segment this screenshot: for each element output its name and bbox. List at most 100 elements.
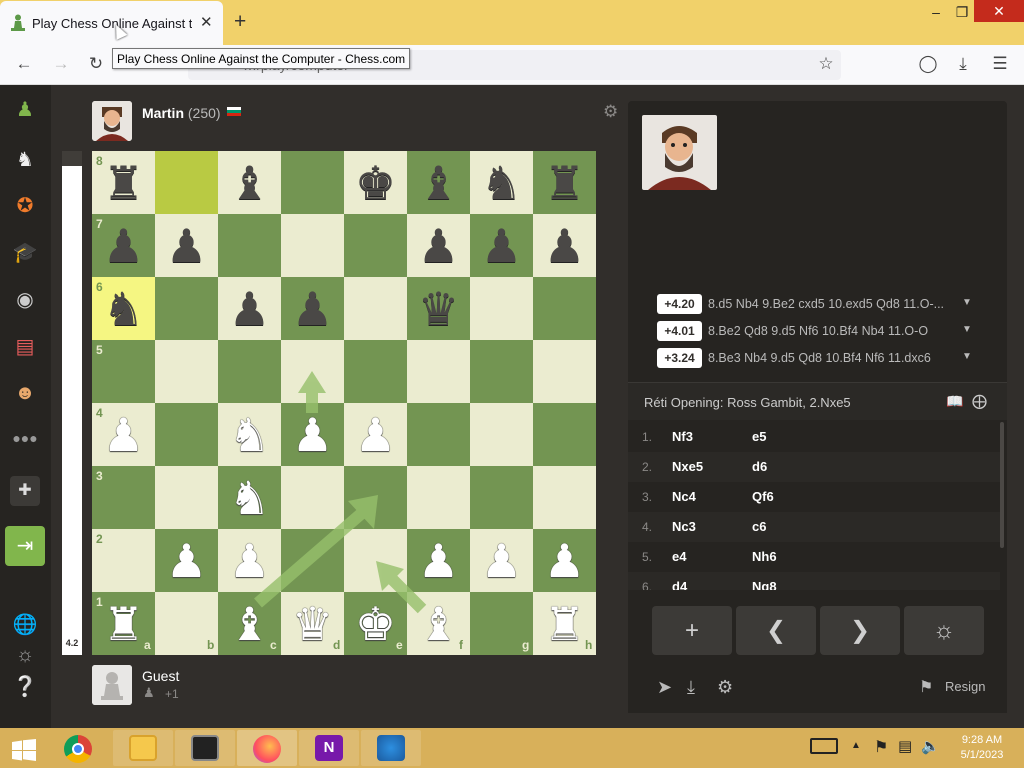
hint-lightbulb-button[interactable]: ☼	[904, 606, 984, 655]
square-g6[interactable]	[470, 277, 533, 340]
board-settings-gear-icon[interactable]: ⚙	[603, 102, 618, 122]
help-icon[interactable]: ❔	[10, 672, 40, 702]
square-e3[interactable]	[344, 466, 407, 529]
news-icon[interactable]: ▤	[10, 332, 40, 362]
black-pawn-f7[interactable]: ♟	[407, 214, 470, 277]
square-e2[interactable]	[344, 529, 407, 592]
learn-icon[interactable]: 🎓	[10, 238, 40, 268]
download-icon[interactable]: ⤓	[687, 677, 695, 698]
sign-in-icon[interactable]: ⇥	[5, 526, 45, 566]
resign-flag-icon[interactable]: ⚑	[919, 677, 933, 697]
network-icon[interactable]: ▤	[898, 737, 912, 755]
resign-button[interactable]: Resign	[945, 679, 985, 694]
firefox-taskbar-item[interactable]	[237, 730, 297, 766]
white-pawn-h2[interactable]: ♟	[533, 529, 596, 592]
add-friend-icon[interactable]: ✚	[10, 476, 40, 506]
previous-move-button[interactable]: ❮	[736, 606, 816, 655]
black-king-e8[interactable]: ♚	[344, 151, 407, 214]
opponent-name[interactable]: Martin (250)	[142, 105, 221, 121]
menu-icon[interactable]: ☰	[989, 54, 1011, 74]
white-knight-c3[interactable]: ♞	[218, 466, 281, 529]
square-b8[interactable]	[155, 151, 218, 214]
white-pawn-e4[interactable]: ♟	[344, 403, 407, 466]
opening-book-icon[interactable]: 📖	[946, 393, 963, 410]
game-settings-gear-icon[interactable]: ⚙	[717, 677, 733, 698]
white-move[interactable]: e4	[672, 549, 686, 564]
volume-muted-icon[interactable]: 🔈	[921, 737, 940, 755]
black-move[interactable]: Ng8	[752, 579, 777, 590]
minimize-icon[interactable]: –	[924, 4, 948, 20]
new-tab-icon[interactable]: +	[234, 10, 246, 34]
white-pawn-g2[interactable]: ♟	[470, 529, 533, 592]
keyboard-icon[interactable]	[810, 738, 838, 754]
social-icon[interactable]: ☻	[10, 378, 40, 408]
black-move[interactable]: e5	[752, 429, 766, 444]
square-e6[interactable]	[344, 277, 407, 340]
square-f3[interactable]	[407, 466, 470, 529]
onenote-taskbar-item[interactable]: N	[299, 730, 359, 766]
forward-icon[interactable]: →	[50, 54, 72, 74]
white-knight-c4[interactable]: ♞	[218, 403, 281, 466]
white-move[interactable]: Nf3	[672, 429, 693, 444]
white-move[interactable]: Nc4	[672, 489, 696, 504]
player-name[interactable]: Guest	[142, 668, 179, 684]
square-h6[interactable]	[533, 277, 596, 340]
action-center-flag-icon[interactable]: ⚑	[874, 737, 888, 757]
chrome-taskbar-item[interactable]	[48, 730, 108, 766]
white-pawn-c2[interactable]: ♟	[218, 529, 281, 592]
player-avatar[interactable]	[92, 665, 132, 705]
taskbar-clock[interactable]: 9:28 AM 5/1/2023	[948, 733, 1016, 763]
chesscom-logo-icon[interactable]: ♟	[10, 95, 40, 125]
black-rook-h8[interactable]: ♜	[533, 151, 596, 214]
black-pawn-b7[interactable]: ♟	[155, 214, 218, 277]
square-f4[interactable]	[407, 403, 470, 466]
black-move[interactable]: Nh6	[752, 549, 777, 564]
white-move[interactable]: d4	[672, 579, 687, 590]
close-tab-icon[interactable]: ✕	[200, 13, 213, 31]
back-icon[interactable]: ←	[13, 54, 35, 74]
show-hidden-icons-icon[interactable]: ▲	[851, 740, 861, 751]
square-d2[interactable]	[281, 529, 344, 592]
engine-line-3[interactable]: +3.24 8.Be3 Nb4 9.d5 Qd8 10.Bf4 Nf6 11.dx…	[657, 348, 972, 369]
square-d3[interactable]	[281, 466, 344, 529]
square-e5[interactable]	[344, 340, 407, 403]
square-c7[interactable]	[218, 214, 281, 277]
opponent-avatar[interactable]	[92, 101, 132, 141]
square-b6[interactable]	[155, 277, 218, 340]
engine-line-1[interactable]: +4.20 8.d5 Nb4 9.Be2 cxd5 10.exd5 Qd8 11.…	[657, 294, 972, 315]
app-taskbar-item[interactable]	[361, 730, 421, 766]
white-pawn-f2[interactable]: ♟	[407, 529, 470, 592]
black-knight-g8[interactable]: ♞	[470, 151, 533, 214]
watch-icon[interactable]: ◉	[10, 285, 40, 315]
more-icon[interactable]: ●●●	[10, 423, 40, 453]
downloads-icon[interactable]: ⤓	[952, 54, 974, 74]
share-icon[interactable]: ➤	[657, 677, 672, 698]
start-button[interactable]	[0, 730, 48, 766]
square-f5[interactable]	[407, 340, 470, 403]
white-pawn-b2[interactable]: ♟	[155, 529, 218, 592]
square-b4[interactable]	[155, 403, 218, 466]
black-move[interactable]: c6	[752, 519, 766, 534]
opening-name[interactable]: Réti Opening: Ross Gambit, 2.Nxe5	[644, 395, 851, 410]
black-pawn-h7[interactable]: ♟	[533, 214, 596, 277]
black-move[interactable]: d6	[752, 459, 767, 474]
square-d8[interactable]	[281, 151, 344, 214]
language-globe-icon[interactable]: 🌐	[10, 610, 40, 640]
white-move[interactable]: Nxe5	[672, 459, 703, 474]
black-pawn-c6[interactable]: ♟	[218, 277, 281, 340]
new-game-button[interactable]: +	[652, 606, 732, 655]
square-b3[interactable]	[155, 466, 218, 529]
play-icon[interactable]: ♞	[10, 145, 40, 175]
maximize-icon[interactable]: ❐	[950, 4, 974, 21]
white-move[interactable]: Nc3	[672, 519, 696, 534]
black-pawn-d6[interactable]: ♟	[281, 277, 344, 340]
square-g5[interactable]	[470, 340, 533, 403]
expand-caret-icon[interactable]: ▼	[962, 324, 972, 335]
square-h3[interactable]	[533, 466, 596, 529]
puzzles-icon[interactable]: ✪	[10, 191, 40, 221]
expand-caret-icon[interactable]: ▼	[962, 297, 972, 308]
square-h4[interactable]	[533, 403, 596, 466]
square-b5[interactable]	[155, 340, 218, 403]
chess-board[interactable]: ♜ 8 ♝ ♚ ♝ ♞ ♜ ♟ 7 ♟ ♟ ♟ ♟ ♞ 6 ♟ ♟ ♛ 5 ♟ 4 ♞ ♟ ♟ 3 ♞ 2 ♟ ♟ ♟ ♟ ♟ ♜ 1 a b ♝ c ♛ d…	[92, 151, 596, 655]
black-bishop-f8[interactable]: ♝	[407, 151, 470, 214]
